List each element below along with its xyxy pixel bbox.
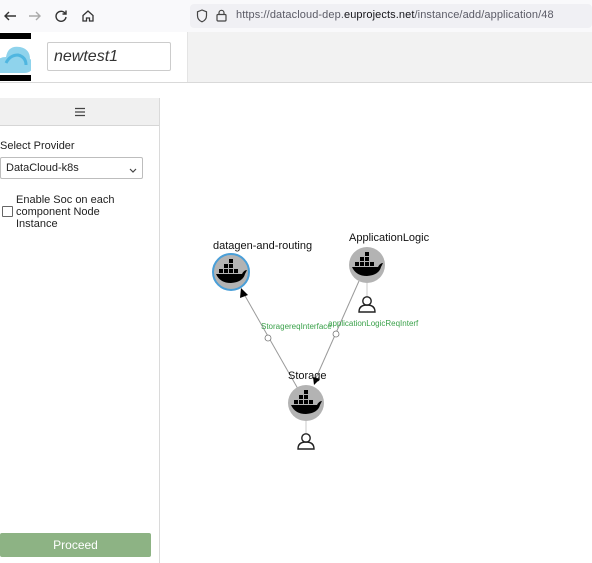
chevron-down-icon: [129, 165, 137, 177]
url-path: /instance/add/application/48: [414, 9, 554, 21]
provider-select[interactable]: DataCloud-k8s: [0, 157, 143, 179]
back-arrow-icon[interactable]: [0, 6, 20, 26]
user-icon[interactable]: [358, 296, 376, 313]
arrowhead-icon: [240, 288, 248, 298]
address-bar[interactable]: https://datacloud-dep.euprojects.net/ins…: [190, 4, 592, 28]
hamburger-icon[interactable]: [74, 107, 86, 117]
reload-icon[interactable]: [51, 6, 71, 26]
node-label-storage: Storage: [288, 370, 327, 382]
cloud-logo-icon: [0, 39, 31, 75]
enable-soc-checkbox[interactable]: [2, 206, 13, 217]
lock-icon[interactable]: [216, 9, 227, 27]
app-logo: [0, 33, 31, 81]
url-prefix: https://datacloud-dep.: [236, 9, 344, 21]
node-label-datagen: datagen-and-routing: [213, 240, 313, 252]
url-text[interactable]: https://datacloud-dep.euprojects.net/ins…: [236, 9, 554, 21]
edge-label-applogic-req: applicationLogicReqInterf: [328, 319, 419, 328]
application-name-input[interactable]: newtest1: [47, 42, 171, 71]
edge-storage-to-datagen[interactable]: [240, 288, 307, 404]
topology-canvas[interactable]: datagen-and-routing ApplicationLogic Sto…: [160, 83, 592, 563]
proceed-button[interactable]: Proceed: [0, 533, 151, 557]
enable-soc-label: Enable Soc on each component Node Instan…: [16, 194, 115, 230]
browser-toolbar: https://datacloud-dep.euprojects.net/ins…: [0, 0, 592, 33]
sidebar-toggle[interactable]: [0, 98, 159, 126]
home-icon[interactable]: [78, 6, 98, 26]
edge-midpoint-handle[interactable]: [332, 330, 340, 338]
node-storage[interactable]: [288, 385, 324, 421]
header-toolbar-area: [187, 32, 592, 82]
forward-arrow-icon[interactable]: [25, 6, 45, 26]
provider-selected-value: DataCloud-k8s: [6, 162, 79, 174]
user-icon[interactable]: [297, 433, 315, 450]
provider-label: Select Provider: [0, 140, 75, 152]
edge-label-storage-req: StoragereqInterface: [261, 322, 332, 331]
edge-midpoint-handle[interactable]: [264, 334, 272, 342]
sidebar-panel: Select Provider DataCloud-k8s Enable Soc…: [0, 98, 160, 563]
node-datagen-and-routing[interactable]: [212, 253, 250, 291]
url-domain: euprojects.net: [344, 9, 415, 21]
node-applicationlogic[interactable]: [349, 247, 385, 283]
shield-icon[interactable]: [196, 9, 208, 28]
node-label-applicationlogic: ApplicationLogic: [349, 232, 430, 244]
